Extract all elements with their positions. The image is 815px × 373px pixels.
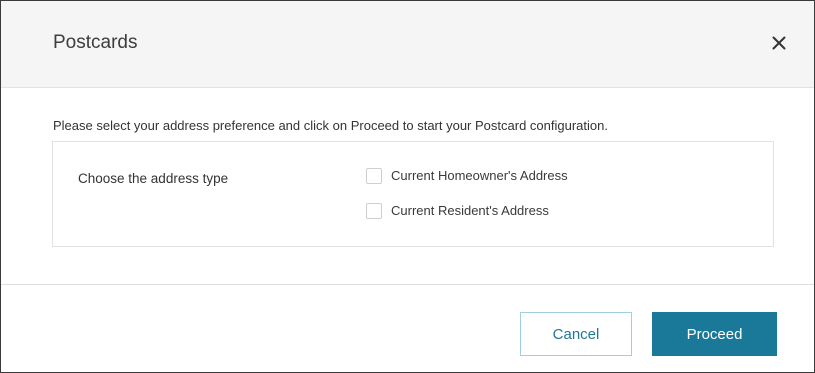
cancel-button[interactable]: Cancel — [520, 312, 632, 356]
instructions-text: Please select your address preference an… — [53, 118, 608, 133]
dialog-body: Please select your address preference an… — [1, 88, 814, 284]
homeowner-address-checkbox[interactable] — [366, 168, 382, 184]
option-resident-address[interactable]: Current Resident's Address — [366, 203, 549, 219]
resident-address-label: Current Resident's Address — [391, 203, 549, 218]
option-homeowner-address[interactable]: Current Homeowner's Address — [366, 168, 568, 184]
resident-address-checkbox[interactable] — [366, 203, 382, 219]
proceed-button[interactable]: Proceed — [652, 312, 777, 356]
address-type-panel: Choose the address type Current Homeowne… — [52, 141, 774, 247]
close-button[interactable] — [765, 29, 793, 57]
postcards-dialog: Postcards Please select your address pre… — [0, 0, 815, 373]
footer-divider — [1, 284, 814, 285]
homeowner-address-label: Current Homeowner's Address — [391, 168, 568, 183]
close-icon — [772, 36, 786, 50]
dialog-header: Postcards — [1, 1, 814, 88]
dialog-title: Postcards — [53, 32, 138, 53]
address-type-label: Choose the address type — [78, 171, 229, 186]
